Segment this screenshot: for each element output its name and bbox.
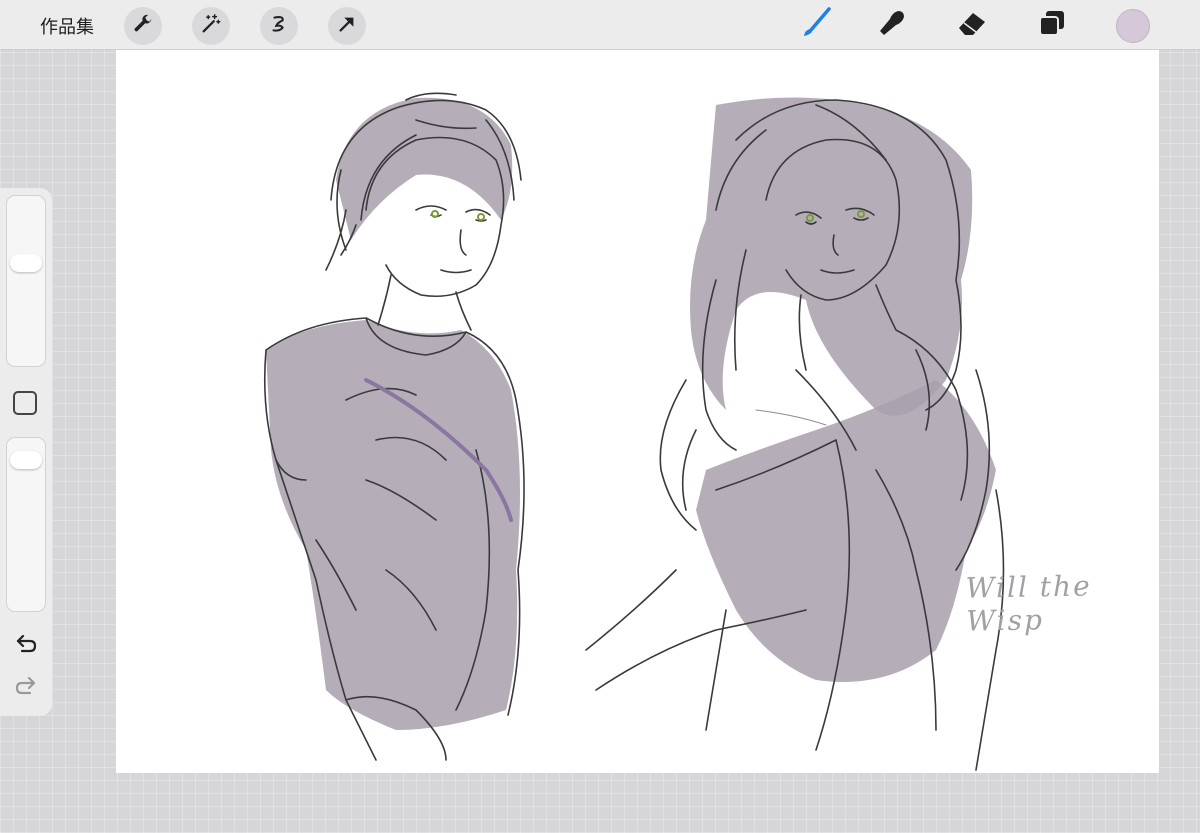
boy-shirt-fill [266, 320, 520, 730]
wrench-icon [132, 13, 154, 39]
adjustments-button[interactable] [192, 7, 230, 45]
gallery-button[interactable]: 作品集 [40, 13, 94, 39]
redo-icon [14, 675, 38, 701]
girl-dress-fill [696, 380, 996, 682]
brush-icon [799, 6, 833, 44]
boy-nose-mouth [440, 229, 472, 274]
boy-eye-left [431, 210, 439, 218]
opacity-handle[interactable] [10, 450, 42, 469]
eraser-tool-button[interactable] [952, 6, 992, 44]
transform-arrow-icon [336, 13, 358, 39]
modify-button[interactable] [13, 391, 37, 415]
undo-icon [14, 633, 38, 659]
boy-eye-right [477, 213, 485, 221]
brush-size-handle[interactable] [10, 254, 42, 273]
selection-button[interactable] [260, 7, 298, 45]
girl-hair-fill [690, 97, 973, 416]
sketch-artwork [263, 92, 1005, 771]
artist-signature: Will the Wisp [965, 569, 1092, 638]
actions-button[interactable] [124, 7, 162, 45]
eraser-icon [955, 8, 989, 42]
layers-icon [1037, 8, 1067, 42]
magic-wand-icon [200, 13, 222, 39]
left-sidebar [0, 188, 52, 716]
smudge-tool-button[interactable] [872, 6, 912, 44]
redo-button[interactable] [12, 674, 40, 702]
selection-icon [268, 13, 290, 39]
color-picker-button[interactable] [1116, 9, 1150, 43]
undo-button[interactable] [12, 632, 40, 660]
smudge-icon [876, 7, 908, 43]
top-toolbar: 作品集 [0, 0, 1200, 50]
transform-button[interactable] [328, 7, 366, 45]
boy-neck [377, 274, 472, 331]
brush-size-slider[interactable] [6, 195, 46, 367]
drawing-canvas[interactable]: Will the Wisp [116, 50, 1159, 773]
layers-button[interactable] [1032, 6, 1072, 44]
shoulder-strap [755, 409, 827, 426]
paint-tool-button[interactable] [796, 6, 836, 44]
boy-hair-fill [336, 97, 513, 240]
opacity-slider[interactable] [6, 437, 46, 612]
